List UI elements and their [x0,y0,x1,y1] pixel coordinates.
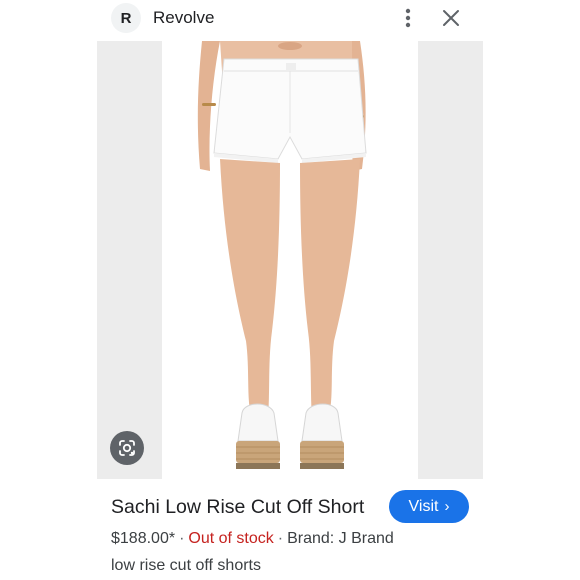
visit-button[interactable]: Visit › [389,490,469,523]
product-illustration [197,41,367,469]
more-options-button[interactable] [398,6,418,30]
more-vert-icon [405,8,411,28]
close-button[interactable] [440,7,462,29]
product-photo[interactable] [162,41,418,479]
chevron-right-icon: › [444,498,450,515]
site-name[interactable]: Revolve [153,8,214,28]
meta-separator: · [179,530,185,547]
meta-separator: · [277,530,284,547]
product-meta: $188.00* · Out of stock · Brand: J Brand [111,530,394,548]
product-description: low rise cut off shorts [111,557,261,574]
product-brand: Brand: J Brand [287,530,394,547]
visit-label: Visit [408,497,439,515]
visual-search-button[interactable] [110,431,144,465]
product-price: $188.00* [111,530,176,547]
product-title[interactable]: Sachi Low Rise Cut Off Short [111,496,364,519]
close-icon [443,10,459,26]
product-image-area[interactable] [97,41,483,479]
site-logo[interactable]: R [111,3,141,33]
google-lens-icon [119,440,135,456]
result-header: R Revolve [0,0,580,36]
stock-status: Out of stock [188,530,274,547]
